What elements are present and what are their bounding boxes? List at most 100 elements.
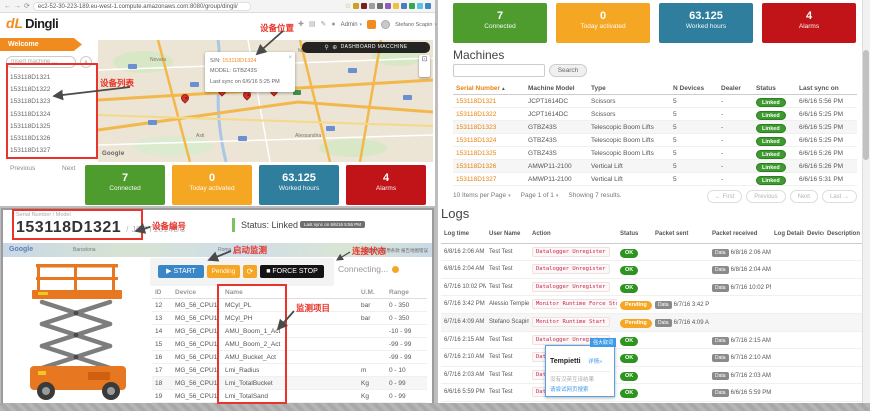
extension-icon[interactable] — [401, 3, 407, 9]
machines-search-input[interactable] — [453, 64, 545, 77]
sidebar-serial-item[interactable]: 153118D1326 — [10, 133, 90, 145]
monitor-row[interactable]: 18MG_56_CPU1Lmi_TotalBucketKg0 - 99 — [152, 377, 427, 390]
machine-row[interactable]: 153118D1325GTBZ43STelescopic Boom Lifts5… — [453, 147, 857, 160]
machine-serial-link[interactable]: 153118D1327 — [456, 176, 496, 183]
edit-icon[interactable]: ✎ — [321, 21, 327, 28]
back-icon[interactable]: ← — [4, 3, 11, 10]
monitor-cell: m — [358, 364, 386, 376]
sidebar-serial-item[interactable]: 153118D1321 — [10, 72, 90, 84]
data-badge[interactable]: Data — [712, 337, 729, 345]
data-badge[interactable]: Data — [655, 301, 672, 309]
monitor-row[interactable]: 14MG_56_CPU1AMU_Boom_1_Act-10 - 99 — [152, 325, 427, 338]
refresh-button[interactable]: ⟳ — [243, 265, 257, 278]
search-icon[interactable]: ⌕ — [80, 56, 92, 68]
add-icon[interactable]: ✚ — [298, 21, 304, 28]
url-bar[interactable]: ec2-52-30-223-189.eu-west-1.compute.amaz… — [33, 2, 251, 11]
first-page-button[interactable]: ← First — [707, 190, 742, 203]
sidebar-next-link[interactable]: Next — [62, 165, 75, 172]
machine-serial-link[interactable]: 153118D1321 — [456, 98, 496, 105]
bookmark-star-icon[interactable]: ☆ — [345, 3, 351, 10]
monitor-row[interactable]: 19MG_56_CPU1Lmi_TotalSandKg0 - 99 — [152, 390, 427, 403]
data-badge[interactable]: Data — [712, 284, 729, 292]
machine-row[interactable]: 153118D1327AMWP11-2100Vertical Lift5-Lin… — [453, 173, 857, 186]
data-badge[interactable]: Data — [712, 372, 729, 380]
machine-row[interactable]: 153118D1324GTBZ43STelescopic Boom Lifts5… — [453, 134, 857, 147]
packet-cell: Data6/7/16 2:03 AM — [712, 373, 771, 379]
force-stop-button[interactable]: ■ FORCE STOP — [260, 265, 324, 278]
map-zoom-control[interactable]: ⊡ — [419, 55, 430, 77]
data-badge[interactable]: Data — [655, 319, 672, 327]
grid-icon[interactable]: ▤ — [309, 21, 316, 28]
scrollbar-thumb[interactable] — [863, 50, 869, 160]
monitor-cell: AMU_Bucket_Act — [222, 351, 292, 363]
machine-row[interactable]: 153118D1321JCPT1614DCScissors5-Linked6/6… — [453, 95, 857, 108]
machine-serial-link[interactable]: 153118D1326 — [456, 163, 496, 170]
popup-web-search-link[interactable]: 请尝试网页搜索 — [550, 385, 610, 393]
stat-label: Today activated — [556, 23, 650, 30]
machines-search-button[interactable]: Search — [549, 64, 587, 77]
popup-details-link[interactable]: 详情» — [588, 359, 602, 365]
machine-row[interactable]: 153118D1323GTBZ43STelescopic Boom Lifts5… — [453, 121, 857, 134]
machine-serial-link[interactable]: 153118D1323 — [456, 124, 496, 131]
log-cell — [804, 314, 824, 331]
extension-icon[interactable] — [417, 3, 423, 9]
toolbar-title: DASHBOARD MACCHINE — [341, 42, 408, 53]
monitor-row[interactable]: 13MG_56_CPU1MCyl_PHbar0 - 350 — [152, 312, 427, 325]
start-button[interactable]: ▶ START — [158, 265, 204, 278]
machine-serial-link[interactable]: 153118D1324 — [456, 137, 496, 144]
machine-serial-link[interactable]: 153118D1322 — [456, 111, 496, 118]
monitor-row[interactable]: 15MG_56_CPU1AMU_Boom_2_Act-99 - 99 — [152, 338, 427, 351]
machine-cell: - — [718, 160, 753, 172]
sidebar-serial-item[interactable]: 153118D1327 — [10, 145, 90, 157]
log-cell — [824, 384, 862, 401]
extension-icon[interactable] — [377, 3, 383, 9]
monitor-row[interactable]: 12MG_56_CPU1MCyl_PLbar0 - 350 — [152, 299, 427, 312]
data-badge[interactable]: Data — [712, 249, 729, 257]
log-cell — [652, 349, 709, 366]
dashboard-machines-toolbar[interactable]: ⚲ ⊕ DASHBOARD MACCHINE — [302, 42, 430, 53]
popup-sn-value[interactable]: 153118D1324 — [222, 58, 256, 64]
sidebar-serial-item[interactable]: 153118D1322 — [10, 84, 90, 96]
forward-icon[interactable]: → — [14, 3, 21, 10]
extension-icon[interactable] — [361, 3, 367, 9]
machines-header-label[interactable]: Serial Number — [456, 85, 500, 92]
last-page-button[interactable]: Last → — [822, 190, 857, 203]
next-page-button[interactable]: Next — [790, 190, 818, 203]
log-cell — [824, 332, 862, 349]
sidebar-previous-link[interactable]: Previous — [10, 165, 35, 172]
sidebar-serial-item[interactable]: 153118D1324 — [10, 109, 90, 121]
log-cell: Data6/7/16 3:42 PM — [652, 296, 709, 313]
data-badge[interactable]: Data — [712, 266, 729, 274]
close-icon[interactable]: × — [288, 53, 292, 64]
extension-icon[interactable] — [425, 3, 431, 9]
monitor-row[interactable]: 16MG_56_CPU1AMU_Bucket_Act-99 - 99 — [152, 351, 427, 364]
machine-row[interactable]: 153118D1322JCPT1614DCScissors5-Linked6/6… — [453, 108, 857, 121]
log-cell: Test Test — [486, 261, 529, 278]
log-cell — [824, 244, 862, 261]
machine-serial-link[interactable]: 153118D1325 — [456, 150, 496, 157]
monitor-row[interactable]: 17MG_56_CPU1Lmi_Radiusm0 - 10 — [152, 364, 427, 377]
machine-row[interactable]: 153118D1326AMWP11-2100Vertical Lift5-Lin… — [453, 160, 857, 173]
log-cell — [771, 314, 804, 331]
extension-icon[interactable] — [385, 3, 391, 9]
annotation-device-serial: 设备编号 — [152, 220, 186, 232]
reload-icon[interactable]: ⟳ — [24, 3, 30, 10]
sidebar-serial-item[interactable]: 153118D1325 — [10, 121, 90, 133]
machine-search-input[interactable] — [6, 56, 76, 68]
log-cell: Pending — [617, 296, 652, 313]
data-badge[interactable]: Data — [712, 354, 729, 362]
user-menu[interactable]: Stefano Scapin — [395, 22, 437, 28]
data-badge[interactable]: Data — [712, 389, 729, 397]
extension-icon[interactable] — [409, 3, 415, 9]
extension-icon[interactable] — [353, 3, 359, 9]
page-select[interactable]: Page 1 of 1 — [521, 192, 559, 199]
admin-menu[interactable]: Admin — [341, 22, 363, 28]
items-per-page-select[interactable]: 10 Items per Page — [453, 192, 511, 199]
sidebar-serial-item[interactable]: 153118D1323 — [10, 96, 90, 108]
previous-page-button[interactable]: Previous — [746, 190, 785, 203]
extension-icon[interactable] — [369, 3, 375, 9]
log-cell — [709, 314, 771, 331]
extension-icon[interactable] — [393, 3, 399, 9]
notification-badge[interactable] — [367, 20, 376, 29]
avatar[interactable] — [381, 20, 390, 29]
